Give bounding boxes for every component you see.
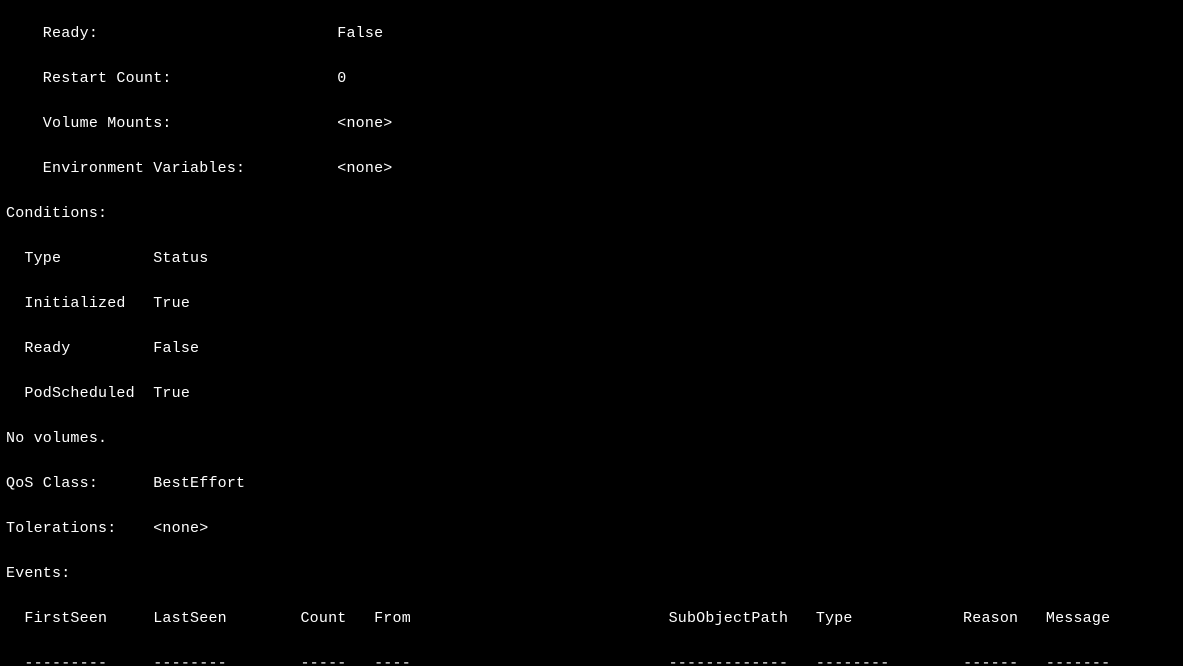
qos-value: BestEffort [153, 475, 245, 492]
container-vm-line: Volume Mounts: <none> [6, 113, 1177, 136]
ev-h-from: From [374, 610, 411, 627]
cond-ready-row: Ready False [6, 338, 1177, 361]
cond-init-v: True [153, 295, 190, 312]
ev-d7: ------ [963, 655, 1018, 666]
events-header: Events: [6, 563, 1177, 586]
container-env-label: Environment Variables: [6, 160, 245, 177]
tolerations-line: Tolerations: <none> [6, 518, 1177, 541]
cond-ps-row: PodScheduled True [6, 383, 1177, 406]
container-ready-line: Ready: False [6, 23, 1177, 46]
ev-d2: -------- [153, 655, 227, 666]
cond-init-k: Initialized [6, 295, 126, 312]
container-ready-value: False [337, 25, 383, 42]
ev-h-type: Type [816, 610, 853, 627]
cond-type-h: Type [6, 250, 61, 267]
container-env-value: <none> [337, 160, 392, 177]
conditions-header: Conditions: [6, 203, 1177, 226]
ev-h-sub: SubObjectPath [669, 610, 789, 627]
ev-d4: ---- [374, 655, 411, 666]
container-vm-label: Volume Mounts: [6, 115, 172, 132]
qos-label: QoS Class: [6, 475, 98, 492]
cond-status-h: Status [153, 250, 208, 267]
terminal-output: Ready: False Restart Count: 0 Volume Mou… [0, 0, 1183, 666]
cond-init-row: Initialized True [6, 293, 1177, 316]
ev-d8: ------- [1046, 655, 1110, 666]
ev-d5: ------------- [669, 655, 789, 666]
container-ready-label: Ready: [6, 25, 98, 42]
ev-d3: ----- [300, 655, 346, 666]
container-restart-label: Restart Count: [6, 70, 172, 87]
cond-ready-v: False [153, 340, 199, 357]
ev-h-first: FirstSeen [6, 610, 107, 627]
container-restart-value: 0 [337, 70, 346, 87]
qos-line: QoS Class: BestEffort [6, 473, 1177, 496]
tol-value: <none> [153, 520, 208, 537]
events-dashes: --------- -------- ----- ---- ----------… [6, 653, 1177, 666]
ev-h-count: Count [300, 610, 346, 627]
container-vm-value: <none> [337, 115, 392, 132]
ev-h-msg: Message [1046, 610, 1110, 627]
ev-d1: --------- [6, 655, 107, 666]
container-env-line: Environment Variables: <none> [6, 158, 1177, 181]
events-cols: FirstSeen LastSeen Count From SubObjectP… [6, 608, 1177, 631]
tol-label: Tolerations: [6, 520, 116, 537]
cond-ready-k: Ready [6, 340, 70, 357]
conditions-cols: Type Status [6, 248, 1177, 271]
ev-d6: -------- [816, 655, 890, 666]
cond-ps-k: PodScheduled [6, 385, 135, 402]
ev-h-reason: Reason [963, 610, 1018, 627]
container-restart-line: Restart Count: 0 [6, 68, 1177, 91]
ev-h-last: LastSeen [153, 610, 227, 627]
cond-ps-v: True [153, 385, 190, 402]
volumes-line: No volumes. [6, 428, 1177, 451]
